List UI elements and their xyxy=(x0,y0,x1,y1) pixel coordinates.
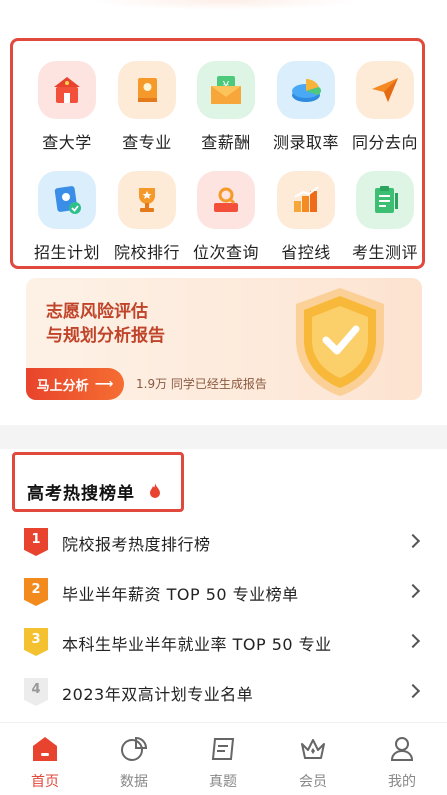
grid-label: 查专业 xyxy=(122,133,172,152)
chevron-right-icon xyxy=(405,533,421,549)
bottom-tab-bar: 首页 数据 真题 会员 我的 xyxy=(0,722,447,795)
grid-label: 同分去向 xyxy=(351,133,418,152)
rank-badge: 1 xyxy=(24,528,48,556)
book-icon xyxy=(118,61,176,119)
grid-item-university[interactable]: 查大学 xyxy=(27,61,107,153)
grid-item-enroll-plan[interactable]: 招生计划 xyxy=(27,171,107,263)
hot-list-item[interactable]: 3 本科生毕业半年就业率 TOP 50 专业 xyxy=(24,626,424,658)
hot-list-item[interactable]: 2 毕业半年薪资 TOP 50 专业榜单 xyxy=(24,576,424,608)
grid-item-major[interactable]: 查专业 xyxy=(107,61,187,153)
risk-report-banner[interactable]: 志愿风险评估 与规划分析报告 马上分析 ⟶ 1.9万 同学已经生成报告 xyxy=(26,278,422,400)
shield-check-icon xyxy=(296,288,384,396)
grid-item-control-line[interactable]: 省控线 xyxy=(266,171,346,263)
grid-label: 省控线 xyxy=(281,243,331,262)
tab-label: 真题 xyxy=(209,774,237,790)
tab-home[interactable]: 首页 xyxy=(0,723,90,795)
banner-title: 志愿风险评估 与规划分析报告 xyxy=(46,302,165,346)
hot-list-title: 高考热搜榜单 xyxy=(27,484,135,504)
tab-data[interactable]: 数据 xyxy=(89,723,179,795)
grid-item-college-ranking[interactable]: 院校排行 xyxy=(107,171,187,263)
data-chart-icon xyxy=(121,736,148,761)
analyze-button[interactable]: 马上分析 ⟶ xyxy=(26,368,124,400)
quick-access-grid: 查大学 查专业 ¥ 查薪酬 测录取率 同分去向 招生计划 院校排行 位次查询 省… xyxy=(10,38,425,269)
tab-label: 数据 xyxy=(120,774,148,790)
grid-label: 查薪酬 xyxy=(201,133,251,152)
hot-list-item-text: 院校报考热度排行榜 xyxy=(62,535,211,554)
grid-item-admission-rate[interactable]: 测录取率 xyxy=(266,61,346,153)
chevron-right-icon xyxy=(405,583,421,599)
pie-chart-icon xyxy=(277,61,335,119)
chevron-right-icon xyxy=(405,633,421,649)
grid-label: 招生计划 xyxy=(33,243,100,262)
tab-label: 首页 xyxy=(31,774,59,790)
hot-list-item[interactable]: 1 院校报考热度排行榜 xyxy=(24,526,424,558)
chevron-right-icon xyxy=(405,683,421,699)
grid-label: 院校排行 xyxy=(113,243,180,262)
hot-list-item-text: 本科生毕业半年就业率 TOP 50 专业 xyxy=(62,635,332,654)
grid-label: 考生测评 xyxy=(351,243,418,262)
grid-label: 测录取率 xyxy=(272,133,339,152)
grid-item-student-assessment[interactable]: 考生测评 xyxy=(345,171,425,263)
salary-envelope-icon: ¥ xyxy=(197,61,255,119)
tab-label: 我的 xyxy=(388,774,416,790)
user-icon xyxy=(390,737,414,761)
enroll-plan-icon xyxy=(38,171,96,229)
grid-label: 查大学 xyxy=(42,133,92,152)
flame-icon xyxy=(150,483,160,498)
tab-label: 会员 xyxy=(299,774,327,790)
grid-item-same-score[interactable]: 同分去向 xyxy=(345,61,425,153)
clipboard-icon xyxy=(356,171,414,229)
exam-paper-icon xyxy=(211,738,235,760)
grid-item-salary[interactable]: ¥ 查薪酬 xyxy=(186,61,266,153)
grid-label: 位次查询 xyxy=(192,243,259,262)
rank-badge: 2 xyxy=(24,578,48,606)
rank-search-icon xyxy=(197,171,255,229)
grid-item-rank-query[interactable]: 位次查询 xyxy=(186,171,266,263)
trophy-icon xyxy=(118,171,176,229)
hot-list-item-text: 2023年双高计划专业名单 xyxy=(62,685,254,704)
home-icon xyxy=(33,737,57,761)
analyze-button-label: 马上分析 xyxy=(36,378,89,394)
hot-list-item-text: 毕业半年薪资 TOP 50 专业榜单 xyxy=(62,585,299,604)
paper-plane-icon xyxy=(356,61,414,119)
hot-list-header: 高考热搜榜单 xyxy=(12,452,184,512)
tab-exam[interactable]: 真题 xyxy=(178,723,268,795)
rank-badge: 3 xyxy=(24,628,48,656)
hot-list-item[interactable]: 4 2023年双高计划专业名单 xyxy=(24,676,424,708)
university-icon xyxy=(38,61,96,119)
crown-icon xyxy=(301,739,325,759)
arrow-right-icon: ⟶ xyxy=(94,376,114,392)
tab-member[interactable]: 会员 xyxy=(268,723,358,795)
section-divider xyxy=(0,425,447,449)
bar-growth-icon xyxy=(277,171,335,229)
rank-badge: 4 xyxy=(24,678,48,706)
banner-note: 1.9万 同学已经生成报告 xyxy=(136,377,267,391)
tab-mine[interactable]: 我的 xyxy=(357,723,447,795)
